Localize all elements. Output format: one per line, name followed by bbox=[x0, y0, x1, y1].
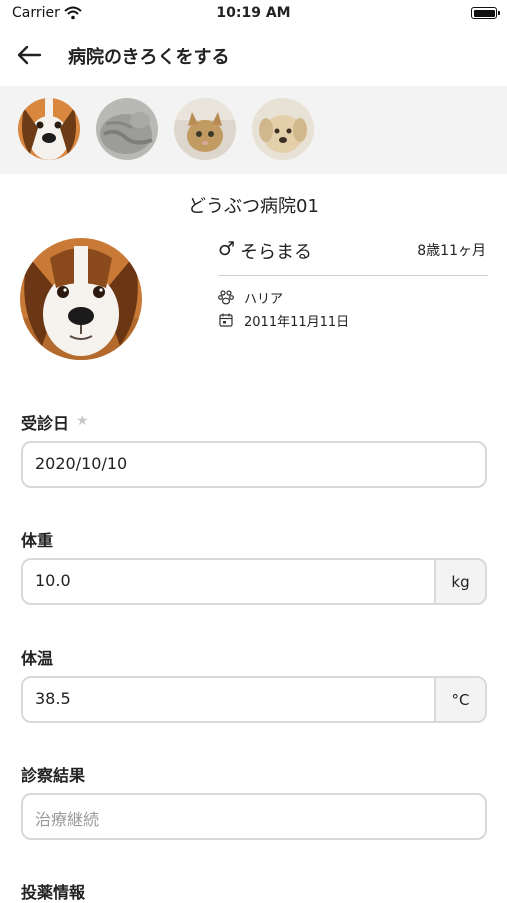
pet-age: 8歳11ヶ月 bbox=[417, 243, 486, 259]
page-title: 病院のきろくをする bbox=[68, 47, 230, 68]
pet-birthday: 2011年11月11日 bbox=[244, 315, 350, 330]
nav-header: 病院のきろくをする bbox=[0, 30, 507, 82]
temperature-unit: °C bbox=[434, 678, 485, 721]
diagnosis-label: 診察結果 bbox=[21, 766, 86, 785]
status-bar: Carrier 10:19 AM bbox=[0, 0, 507, 30]
pet-thumb-beagle[interactable] bbox=[18, 98, 80, 160]
battery-icon bbox=[471, 7, 500, 19]
visit-date-value: 2020/10/10 bbox=[35, 454, 128, 473]
weight-unit: kg bbox=[434, 560, 485, 603]
diagnosis-placeholder: 治療継続 bbox=[35, 810, 100, 829]
pet-profile-photo bbox=[20, 238, 142, 360]
pet-name-row: ♂ そらまる 8歳11ヶ月 bbox=[218, 236, 488, 264]
weight-value: 10.0 bbox=[35, 571, 71, 590]
temperature-input[interactable]: 38.5 °C bbox=[21, 676, 487, 723]
weight-label: 体重 bbox=[21, 531, 54, 550]
status-time: 10:19 AM bbox=[216, 5, 291, 21]
pet-selector-strip bbox=[0, 86, 507, 174]
required-star-icon: ★ bbox=[76, 413, 89, 429]
arrow-left-icon bbox=[17, 45, 42, 65]
hospital-name: どうぶつ病院01 bbox=[188, 196, 319, 217]
diagnosis-input[interactable]: 治療継続 bbox=[21, 793, 487, 840]
visit-date-input[interactable]: 2020/10/10 bbox=[21, 441, 487, 488]
divider bbox=[218, 275, 488, 276]
temperature-value: 38.5 bbox=[35, 689, 71, 708]
visit-date-label: 受診日 bbox=[21, 410, 69, 434]
pet-thumb-puppy[interactable] bbox=[252, 98, 314, 160]
calendar-icon bbox=[218, 312, 234, 332]
medication-label: 投薬情報 bbox=[21, 883, 86, 902]
visit-date-label-text: 受診日 bbox=[21, 414, 70, 433]
back-button[interactable] bbox=[12, 38, 46, 72]
pet-thumb-tabby-kitten[interactable] bbox=[174, 98, 236, 160]
paw-icon bbox=[218, 289, 234, 309]
male-gender-icon: ♂ bbox=[218, 238, 236, 260]
pet-breed: ハリア bbox=[244, 292, 284, 307]
weight-input[interactable]: 10.0 kg bbox=[21, 558, 487, 605]
pet-name: そらまる bbox=[240, 242, 312, 263]
temperature-label: 体温 bbox=[21, 649, 54, 668]
pet-thumb-gray-cat[interactable] bbox=[96, 98, 158, 160]
